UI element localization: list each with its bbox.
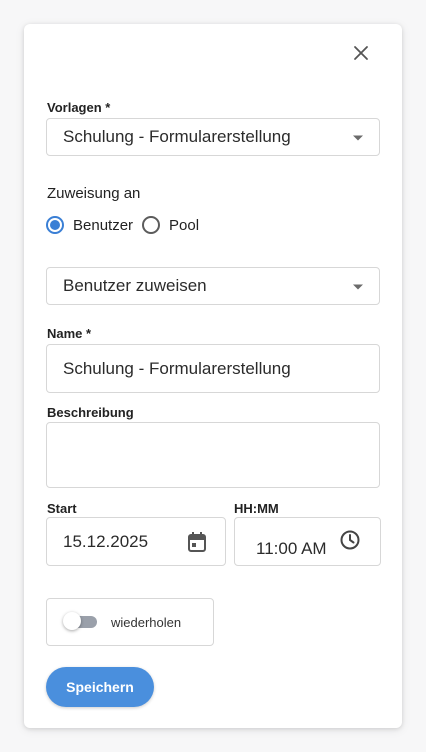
chevron-down-icon (353, 284, 363, 290)
radio-pool[interactable] (142, 216, 161, 234)
time-label: HH:MM (234, 501, 279, 516)
task-dialog: Vorlagen * Schulung - Formularerstellung… (24, 24, 402, 728)
repeat-label: wiederholen (111, 614, 182, 630)
start-date-field[interactable]: 15.12.2025 (46, 517, 226, 566)
switch-thumb (63, 612, 81, 630)
user-assign-select[interactable]: Benutzer zuweisen (46, 267, 380, 305)
calendar-icon[interactable] (187, 531, 207, 553)
name-label: Name * (47, 326, 92, 341)
repeat-toggle[interactable]: wiederholen (46, 598, 214, 646)
template-label: Vorlagen * (47, 100, 111, 115)
chevron-down-icon (353, 135, 363, 141)
name-value: Schulung - Formularerstellung (63, 358, 291, 378)
close-icon (354, 46, 368, 60)
close-button[interactable] (348, 40, 374, 66)
repeat-switch[interactable] (63, 612, 97, 630)
radio-benutzer-label[interactable]: Benutzer (73, 217, 133, 234)
time-value: 11:00 AM (256, 539, 327, 558)
radio-pool-label[interactable]: Pool (169, 217, 199, 234)
assignment-radio-group: Benutzer Pool (46, 215, 199, 235)
assignment-title: Zuweisung an (47, 185, 141, 202)
start-date-value: 15.12.2025 (63, 531, 149, 551)
start-label: Start (47, 501, 77, 516)
description-field[interactable] (46, 422, 380, 488)
template-value: Schulung - Formularerstellung (63, 127, 291, 146)
name-field[interactable]: Schulung - Formularerstellung (46, 344, 380, 393)
template-select[interactable]: Schulung - Formularerstellung (46, 118, 380, 156)
radio-benutzer[interactable] (46, 216, 64, 234)
clock-icon[interactable] (339, 529, 361, 551)
description-label: Beschreibung (47, 405, 134, 420)
time-field[interactable]: 11:00 AM (234, 517, 381, 566)
user-assign-placeholder: Benutzer zuweisen (63, 276, 207, 295)
save-button[interactable]: Speichern (46, 667, 154, 707)
